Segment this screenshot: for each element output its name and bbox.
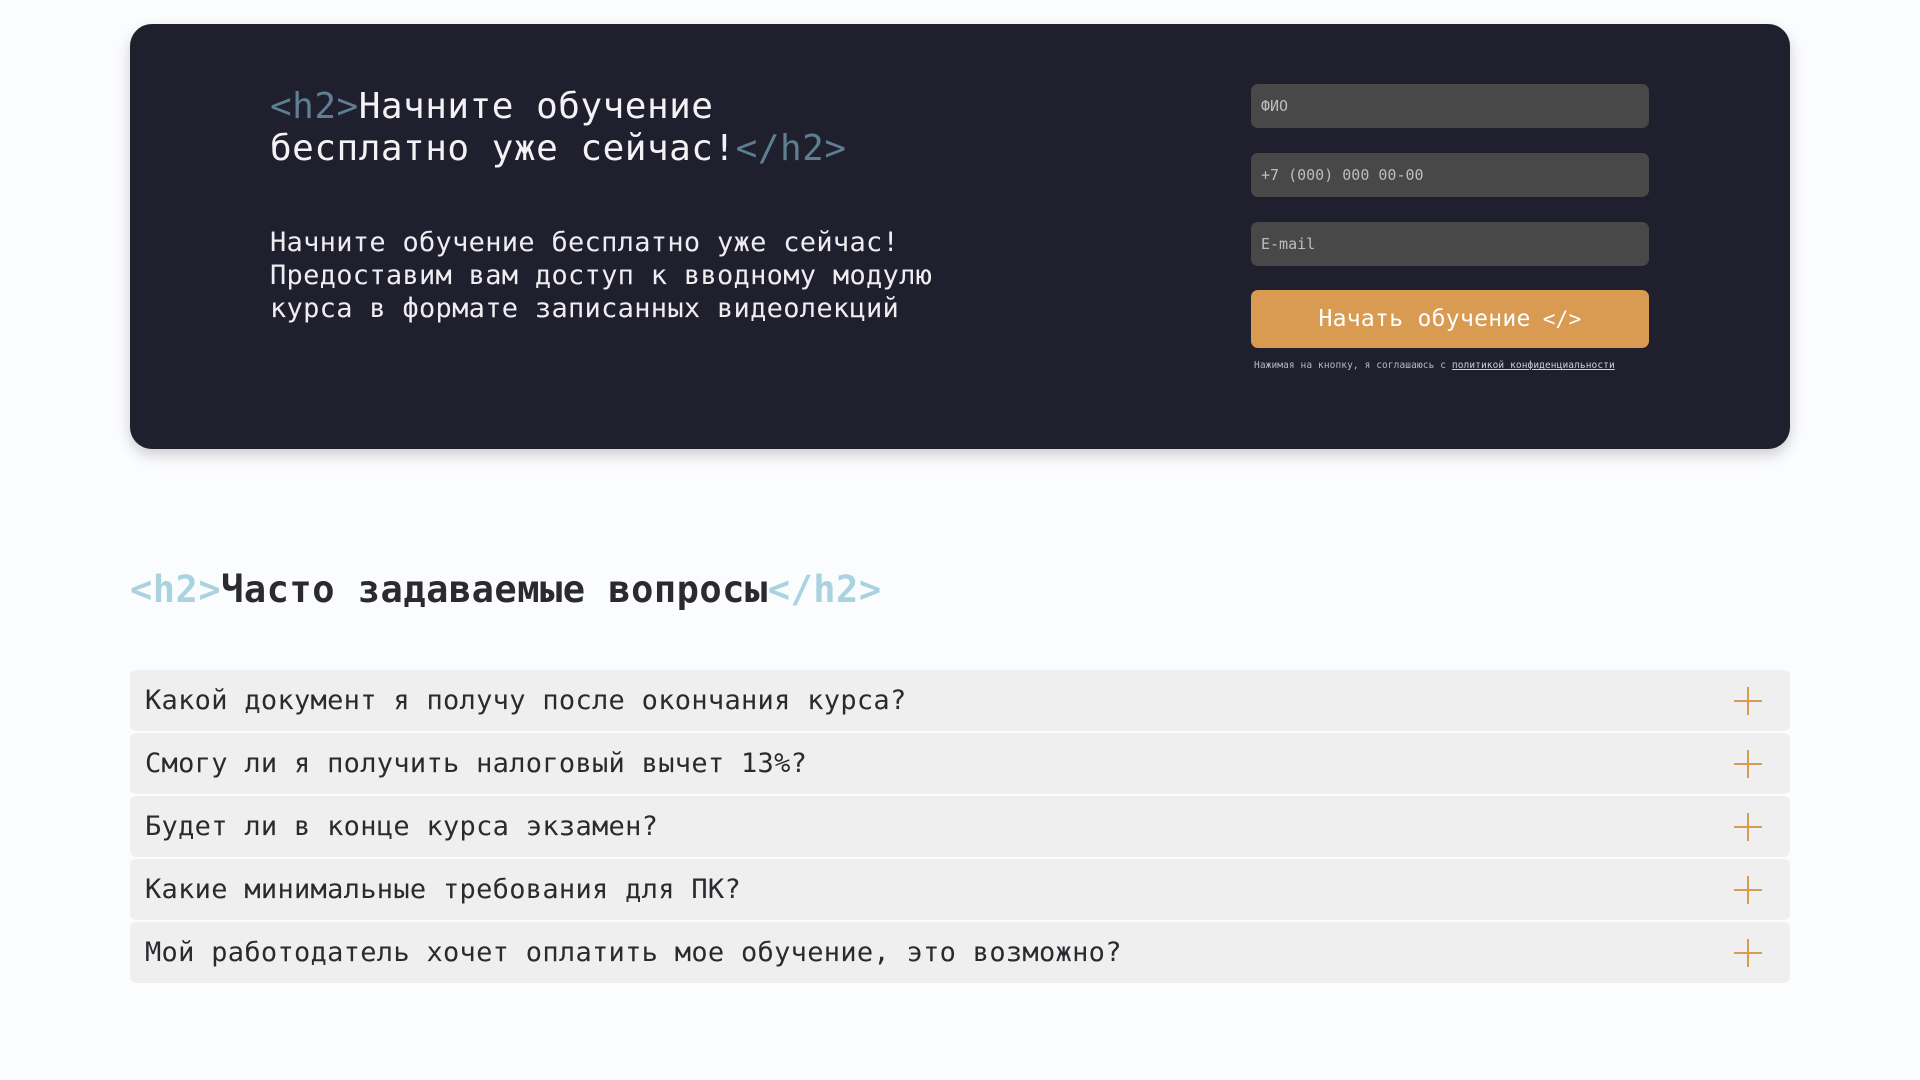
cta-title: <h2>Начните обучение бесплатно уже сейча… xyxy=(270,86,910,170)
faq-question: Какие минимальные требования для ПК? xyxy=(145,874,741,905)
consent-text: Нажимая на кнопку, я соглашаюсь с полити… xyxy=(1254,360,1649,371)
faq-question: Будет ли в конце курса экзамен? xyxy=(145,811,659,842)
faq-heading: <h2>Часто задаваемые вопросы</h2> xyxy=(130,565,882,615)
faq-heading-text: Часто задаваемые вопросы xyxy=(221,568,768,611)
privacy-policy-link[interactable]: политикой конфиденциальности xyxy=(1452,360,1615,371)
plus-icon[interactable] xyxy=(1734,749,1762,778)
code-icon: </> xyxy=(1542,307,1582,331)
start-learning-button[interactable]: Начать обучение </> xyxy=(1251,290,1649,348)
cta-card: <h2> Начните обучение бесплатно уже сейча… xyxy=(130,24,1790,449)
cta-description: Начните обучение бесплатно уже сейчас! П… xyxy=(270,227,933,324)
cta-title-tag-open: <h2> xyxy=(270,86,359,127)
email-input[interactable] xyxy=(1251,222,1649,266)
phone-input[interactable] xyxy=(1251,153,1649,197)
start-learning-button-label: Начать обучение xyxy=(1318,306,1531,332)
faq-item[interactable]: Какой документ я получу после окончания … xyxy=(130,670,1790,731)
faq-question: Мой работодатель хочет оплатить мое обуч… xyxy=(145,937,1122,968)
faq-item[interactable]: Мой работодатель хочет оплатить мое обуч… xyxy=(130,922,1790,983)
plus-icon[interactable] xyxy=(1734,875,1762,904)
plus-icon[interactable] xyxy=(1734,812,1762,841)
faq-item[interactable]: Будет ли в конце курса экзамен? xyxy=(130,796,1790,857)
plus-icon[interactable] xyxy=(1734,686,1762,715)
faq-heading-tag-close: </h2> xyxy=(767,568,882,611)
faq-question: Какой документ я получу после окончания … xyxy=(145,685,907,716)
faq-item[interactable]: Смогу ли я получить налоговый вычет 13%? xyxy=(130,733,1790,794)
name-input[interactable] xyxy=(1251,84,1649,128)
consent-label: Нажимая на кнопку, я соглашаюсь с xyxy=(1254,360,1452,371)
signup-form: Начать обучение </> Нажимая на кнопку, я… xyxy=(1251,84,1649,371)
faq-heading-tag-open: <h2> xyxy=(130,568,222,611)
faq-item[interactable]: Какие минимальные требования для ПК? xyxy=(130,859,1790,920)
cta-title-tag-close: </h2> xyxy=(735,128,847,169)
faq-question: Смогу ли я получить налоговый вычет 13%? xyxy=(145,748,808,779)
faq-list: Какой документ я получу после окончания … xyxy=(130,670,1790,985)
plus-icon[interactable] xyxy=(1734,938,1762,967)
